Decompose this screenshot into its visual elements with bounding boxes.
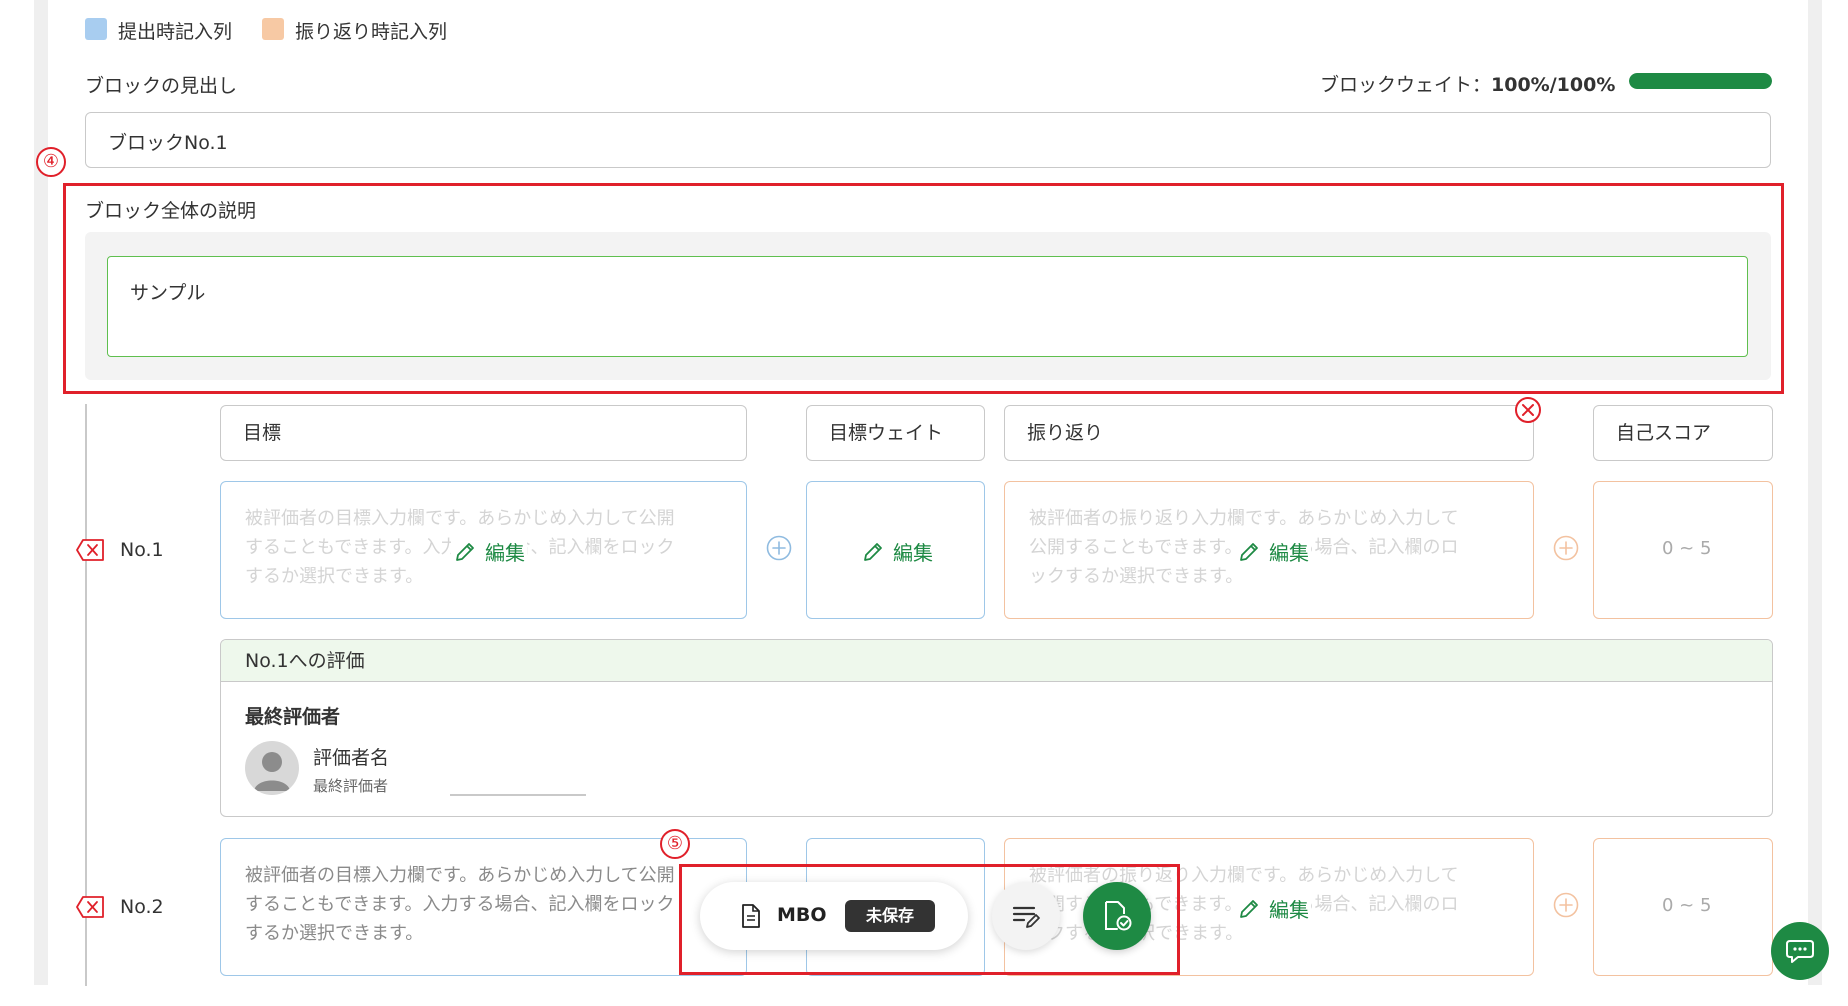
edit-label: 編集 [485,541,525,565]
goal-placeholder-line: 被評価者の目標入力欄です。あらかじめ入力して公開 [245,865,675,886]
pencil-icon [1240,899,1258,918]
legend-label-submission: 提出時記入列 [118,21,233,43]
column-header-reflection: 振り返り [1004,405,1534,461]
remove-row-icon[interactable] [76,539,104,561]
avatar [245,741,299,795]
pencil-icon [864,542,882,561]
block-heading-value: ブロックNo.1 [108,132,228,154]
evaluation-role-heading: 最終評価者 [245,706,341,728]
block-weight-readout: ブロックウェイト：100%/100% [1320,70,1615,97]
goal-placeholder-line: 被評価者の目標入力欄です。あらかじめ入力して公開 [245,508,675,529]
legend-swatch-submission [85,18,107,40]
row-label: No.1 [120,539,164,561]
column-header-self-score: 自己スコア [1593,405,1773,461]
goal-edit-button[interactable]: 編集 [451,537,527,566]
block-weight-value: 100%/100% [1491,74,1616,96]
block-weight-bar [1629,73,1772,89]
self-score-range: 0 ~ 5 [1662,538,1712,559]
goal-weight-edit-button[interactable]: 編集 [861,537,933,566]
block-heading-label: ブロックの見出し [85,75,238,97]
legend-label-reflection: 振り返り時記入列 [295,21,448,43]
add-reflection-icon[interactable] [1553,892,1579,918]
self-score-cell[interactable]: 0 ~ 5 [1593,481,1773,619]
column-header-goal-weight: 目標ウェイト [806,405,985,461]
goal-placeholder-line: するか選択できます。 [245,566,424,587]
block-description-value: サンプル [130,282,206,304]
block-weight-fill [1629,73,1772,89]
edit-label: 編集 [1269,898,1309,922]
column-header-goal: 目標 [220,405,747,461]
reflection-edit-button[interactable]: 編集 [1235,894,1311,923]
pencil-icon [456,542,474,561]
evaluator-name: 評価者名 [313,747,390,769]
self-score-range: 0 ~ 5 [1662,895,1712,916]
evaluator-role: 最終評価者 [313,777,389,795]
add-reflection-icon[interactable] [1553,535,1579,561]
edit-label: 編集 [893,541,933,565]
edit-label: 編集 [1269,541,1309,565]
person-icon [254,752,290,791]
goal-placeholder-line: することもできます。入力する場合、記入欄をロック [245,894,675,915]
goal-placeholder-line: するか選択できます。 [245,923,424,944]
block-description-label: ブロック全体の説明 [85,200,257,222]
reflection-placeholder-line: 被評価者の振り返り入力欄です。あらかじめ入力して [1029,508,1459,529]
reflection-placeholder-line: ックするか選択できます。 [1029,566,1244,587]
highlight-box-toolbar [679,864,1180,975]
annotation-marker-4: ④ [36,147,66,177]
remove-row-icon[interactable] [76,896,104,918]
block-heading-input[interactable] [85,112,1771,168]
reflection-input-cell[interactable]: 被評価者の振り返り入力欄です。あらかじめ入力して 公開することもできます。入力す… [1004,481,1534,619]
self-score-cell[interactable]: 0 ~ 5 [1593,838,1773,976]
evaluation-card: No.1への評価 最終評価者 評価者名 最終評価者 [220,639,1773,817]
block-weight-label: ブロックウェイト： [1320,74,1492,96]
goal-input-cell[interactable]: 被評価者の目標入力欄です。あらかじめ入力して公開 することもできます。入力する場… [220,838,747,976]
legend-swatch-reflection [262,18,284,40]
annotation-marker-5: ⑤ [660,829,690,859]
add-goal-icon[interactable] [766,535,792,561]
goal-input-cell[interactable]: 被評価者の目標入力欄です。あらかじめ入力して公開 することもできます。入力する場… [220,481,747,619]
block-description-textarea[interactable] [107,256,1748,357]
evaluation-title: No.1への評価 [221,640,1772,682]
chat-support-button[interactable] [1771,922,1829,980]
page-frame-right [1808,0,1822,985]
evaluator-divider [450,794,586,796]
pencil-icon [1240,542,1258,561]
reflection-edit-button[interactable]: 編集 [1235,537,1311,566]
chat-bubble-icon [1786,940,1814,963]
goal-weight-cell[interactable]: 編集 [806,481,985,619]
remove-column-icon[interactable] [1514,396,1542,424]
row-label: No.2 [120,896,164,918]
